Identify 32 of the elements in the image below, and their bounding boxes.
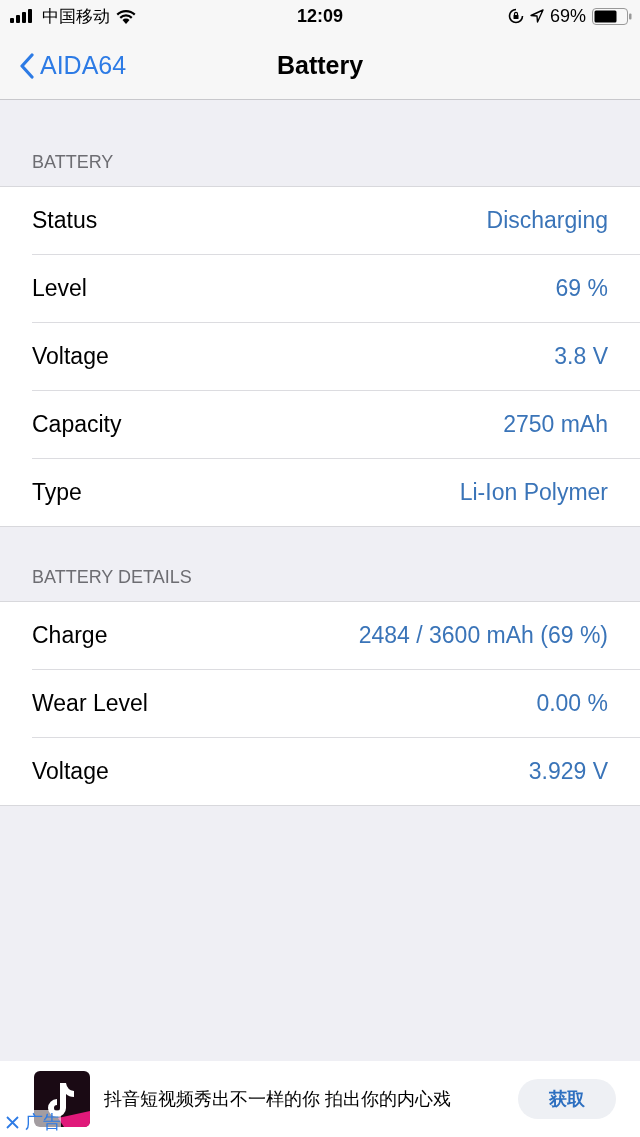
clock-time: 12:09 xyxy=(297,5,343,27)
section-header: BATTERY DETAILS xyxy=(31,566,193,589)
battery-percent: 69% xyxy=(549,5,586,27)
row-label: Charge xyxy=(32,622,108,649)
section-header: BATTERY xyxy=(31,151,115,174)
back-button[interactable]: AIDA64 xyxy=(0,51,127,80)
wifi-icon xyxy=(116,8,136,24)
row-label: Type xyxy=(32,479,82,506)
row-label: Wear Level xyxy=(32,690,148,717)
row-value: 2750 mAh xyxy=(503,411,608,438)
row-value: 3.8 V xyxy=(554,343,608,370)
row-label: Voltage xyxy=(32,758,109,785)
row-value: 0.00 % xyxy=(536,690,608,717)
close-icon[interactable] xyxy=(6,1115,19,1129)
row-label: Level xyxy=(32,275,87,302)
ad-text: 抖音短视频秀出不一样的你 拍出你的内心戏 xyxy=(104,1088,452,1111)
rotation-lock-icon xyxy=(507,8,524,24)
location-icon xyxy=(529,9,544,23)
row-value: 2484 / 3600 mAh (69 %) xyxy=(358,622,608,649)
screen-title: Battery xyxy=(276,51,364,80)
carrier-name: 中国移动 xyxy=(42,5,110,28)
row-value: 3.929 V xyxy=(528,758,608,785)
row-label: Status xyxy=(32,207,98,234)
row-value: 69 % xyxy=(555,275,608,302)
battery-icon xyxy=(592,7,632,25)
chevron-left-icon xyxy=(20,52,34,79)
row-value: Discharging xyxy=(486,207,608,234)
row-label: Capacity xyxy=(32,411,122,438)
row-label: Voltage xyxy=(32,343,109,370)
ad-label: 广告 xyxy=(25,1110,61,1134)
get-button[interactable]: 获取 xyxy=(518,1079,616,1119)
row-value: Li-Ion Polymer xyxy=(459,479,608,506)
